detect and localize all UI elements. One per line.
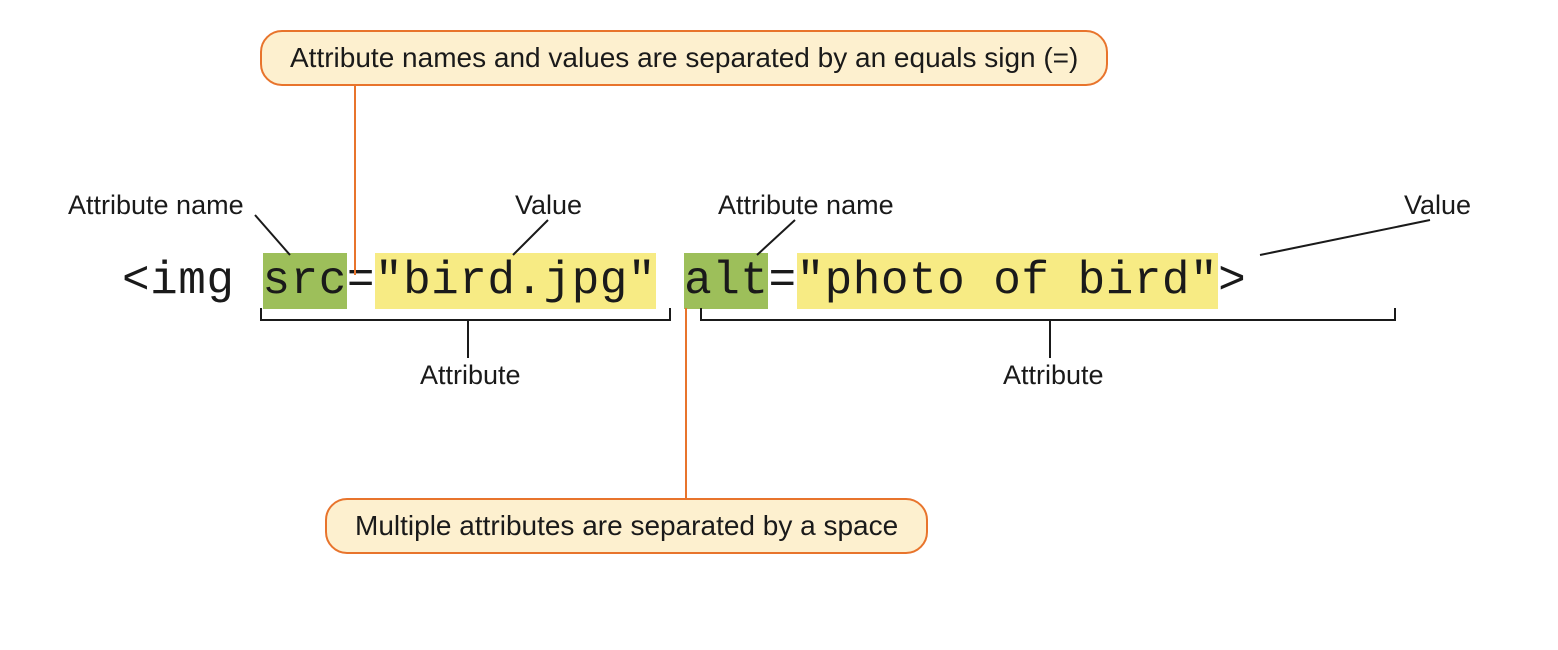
label-attribute-name-1: Attribute name xyxy=(68,190,244,221)
code-eq1: = xyxy=(347,255,375,307)
code-eq2: = xyxy=(768,255,796,307)
label-attribute-2: Attribute xyxy=(1003,360,1104,391)
code-close: > xyxy=(1218,255,1246,307)
label-value-1: Value xyxy=(515,190,582,221)
label-value-2: Value xyxy=(1404,190,1471,221)
callout-top: Attribute names and values are separated… xyxy=(260,30,1108,86)
callout-bottom-text: Multiple attributes are separated by a s… xyxy=(355,510,898,541)
label-attribute-1: Attribute xyxy=(420,360,521,391)
label-attribute-name-2: Attribute name xyxy=(718,190,894,221)
callout-top-text: Attribute names and values are separated… xyxy=(290,42,1078,73)
code-open: <img xyxy=(122,255,263,307)
code-alt-name: alt xyxy=(684,253,768,309)
code-alt-value: "photo of bird" xyxy=(797,253,1219,309)
code-example: <img src="bird.jpg" alt="photo of bird"> xyxy=(122,258,1246,304)
callout-bottom: Multiple attributes are separated by a s… xyxy=(325,498,928,554)
code-src-name: src xyxy=(263,253,347,309)
code-src-value: "bird.jpg" xyxy=(375,253,656,309)
code-space xyxy=(656,255,684,307)
